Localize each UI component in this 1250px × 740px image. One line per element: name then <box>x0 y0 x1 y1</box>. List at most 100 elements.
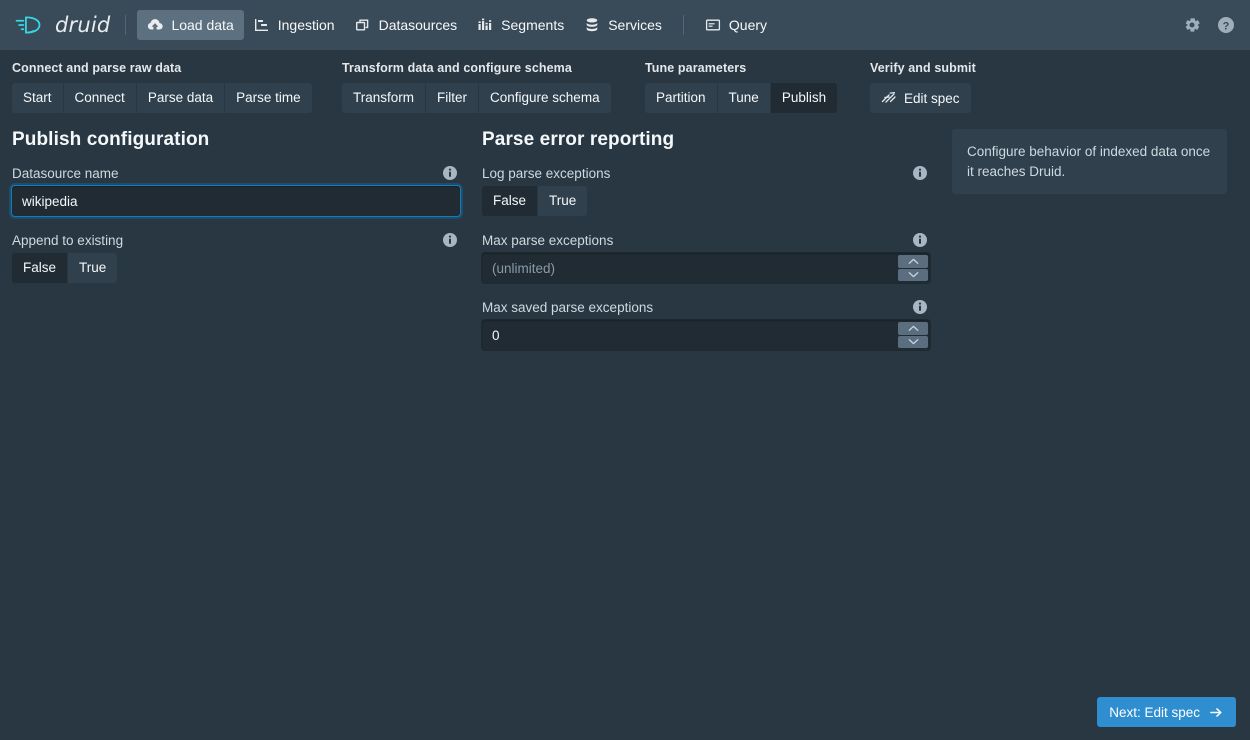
step-button-parse-time[interactable]: Parse time <box>225 83 312 113</box>
append-to-existing-true-button[interactable]: True <box>68 253 117 283</box>
field-max-parse-exceptions: Max parse exceptions <box>482 232 930 283</box>
step-button-connect[interactable]: Connect <box>64 83 137 113</box>
step-button-publish[interactable]: Publish <box>771 83 837 113</box>
field-max-saved-parse-exceptions-header: Max saved parse exceptions <box>482 299 930 315</box>
info-icon[interactable] <box>912 165 928 181</box>
nav-item-load-data-label: Load data <box>171 17 233 33</box>
max-parse-exceptions-input[interactable] <box>482 253 930 283</box>
nav-item-ingestion-label: Ingestion <box>278 17 335 33</box>
brand-logo[interactable]: druid <box>14 12 110 38</box>
field-max-parse-exceptions-header: Max parse exceptions <box>482 232 930 248</box>
step-group-connect-title: Connect and parse raw data <box>12 61 322 75</box>
application-icon <box>705 17 721 33</box>
nav-item-segments-label: Segments <box>501 17 564 33</box>
svg-text:?: ? <box>1223 20 1230 32</box>
parse-error-reporting-title: Parse error reporting <box>482 129 930 151</box>
max-saved-parse-exceptions-increment-button[interactable] <box>898 322 928 335</box>
nav-divider-2 <box>683 15 684 35</box>
step-group-verify-title: Verify and submit <box>870 61 976 75</box>
top-navbar: druid Load data Ingestion <box>0 0 1250 50</box>
chevron-up-icon <box>908 258 919 265</box>
append-to-existing-toggle: False True <box>12 253 460 283</box>
navbar-right-actions: ? <box>1182 15 1236 35</box>
nav-item-datasources[interactable]: Datasources <box>345 10 468 40</box>
field-log-parse-exceptions: Log parse exceptions False True <box>482 165 930 216</box>
chevron-up-icon <box>908 325 919 332</box>
nav-item-query[interactable]: Query <box>695 10 777 40</box>
step-group-transform: Transform data and configure schema Tran… <box>342 61 625 113</box>
info-icon[interactable] <box>912 232 928 248</box>
step-group-tune: Tune parameters Partition Tune Publish <box>645 61 850 113</box>
field-log-parse-exceptions-label: Log parse exceptions <box>482 166 610 181</box>
nav-items: Load data Ingestion Datasources <box>137 10 777 40</box>
gear-icon[interactable] <box>1182 15 1202 35</box>
max-parse-exceptions-decrement-button[interactable] <box>898 269 928 282</box>
log-parse-exceptions-false-button[interactable]: False <box>482 186 538 216</box>
help-panel-text: Configure behavior of indexed data once … <box>952 129 1227 194</box>
brand-name: druid <box>55 13 110 37</box>
step-group-verify: Verify and submit Edit spec <box>870 61 976 113</box>
append-to-existing-false-button[interactable]: False <box>12 253 68 283</box>
info-icon[interactable] <box>442 232 458 248</box>
next-edit-spec-label: Next: Edit spec <box>1109 705 1200 720</box>
log-parse-exceptions-toggle: False True <box>482 186 930 216</box>
max-saved-parse-exceptions-stepper <box>898 322 928 348</box>
step-button-transform[interactable]: Transform <box>342 83 426 113</box>
druid-logo-icon <box>14 12 48 38</box>
step-button-edit-spec[interactable]: Edit spec <box>870 83 971 113</box>
chevron-down-icon <box>908 271 919 278</box>
field-datasource-name-label: Datasource name <box>12 166 119 181</box>
step-group-verify-buttons: Edit spec <box>870 83 976 113</box>
field-append-to-existing: Append to existing False True <box>12 232 460 283</box>
field-log-parse-exceptions-header: Log parse exceptions <box>482 165 930 181</box>
step-button-partition[interactable]: Partition <box>645 83 718 113</box>
step-group-connect: Connect and parse raw data Start Connect… <box>12 61 322 113</box>
field-datasource-name-header: Datasource name <box>12 165 460 181</box>
nav-item-segments[interactable]: Segments <box>467 10 574 40</box>
field-append-to-existing-header: Append to existing <box>12 232 460 248</box>
field-datasource-name: Datasource name <box>12 165 460 216</box>
max-parse-exceptions-increment-button[interactable] <box>898 255 928 268</box>
wizard-step-bar: Connect and parse raw data Start Connect… <box>0 50 1250 113</box>
step-button-edit-spec-label: Edit spec <box>904 91 960 106</box>
field-max-saved-parse-exceptions: Max saved parse exceptions <box>482 299 930 350</box>
field-max-parse-exceptions-label: Max parse exceptions <box>482 233 613 248</box>
gantt-chart-icon <box>254 17 270 33</box>
step-button-start[interactable]: Start <box>12 83 64 113</box>
field-append-to-existing-label: Append to existing <box>12 233 123 248</box>
datasource-name-input[interactable] <box>12 186 460 216</box>
step-group-tune-buttons: Partition Tune Publish <box>645 83 850 113</box>
step-button-configure-schema[interactable]: Configure schema <box>479 83 611 113</box>
nav-item-datasources-label: Datasources <box>379 17 458 33</box>
max-saved-parse-exceptions-decrement-button[interactable] <box>898 336 928 349</box>
chevron-down-icon <box>908 338 919 345</box>
step-button-tune[interactable]: Tune <box>718 83 771 113</box>
next-edit-spec-button[interactable]: Next: Edit spec <box>1097 697 1236 727</box>
help-panel: Configure behavior of indexed data once … <box>952 129 1227 194</box>
nav-item-query-label: Query <box>729 17 767 33</box>
info-icon[interactable] <box>912 299 928 315</box>
nav-item-services-label: Services <box>608 17 662 33</box>
database-icon <box>584 17 600 33</box>
nav-item-ingestion[interactable]: Ingestion <box>244 10 345 40</box>
max-parse-exceptions-stepper <box>898 255 928 281</box>
main-content: Publish configuration Datasource name Ap… <box>0 113 1250 366</box>
step-group-transform-buttons: Transform Filter Configure schema <box>342 83 625 113</box>
info-icon[interactable] <box>442 165 458 181</box>
max-saved-parse-exceptions-numeric <box>482 320 930 350</box>
stacked-chart-icon <box>477 17 493 33</box>
multi-select-icon <box>355 17 371 33</box>
max-saved-parse-exceptions-input[interactable] <box>482 320 930 350</box>
cloud-upload-icon <box>147 17 163 33</box>
nav-item-load-data[interactable]: Load data <box>137 10 243 40</box>
help-icon[interactable]: ? <box>1216 15 1236 35</box>
step-button-parse-data[interactable]: Parse data <box>137 83 225 113</box>
publish-configuration-panel: Publish configuration Datasource name Ap… <box>12 129 482 299</box>
nav-divider-1 <box>125 15 126 35</box>
arrow-right-icon <box>1209 705 1224 720</box>
step-button-filter[interactable]: Filter <box>426 83 479 113</box>
publish-configuration-title: Publish configuration <box>12 129 460 151</box>
step-group-transform-title: Transform data and configure schema <box>342 61 625 75</box>
nav-item-services[interactable]: Services <box>574 10 672 40</box>
log-parse-exceptions-true-button[interactable]: True <box>538 186 587 216</box>
